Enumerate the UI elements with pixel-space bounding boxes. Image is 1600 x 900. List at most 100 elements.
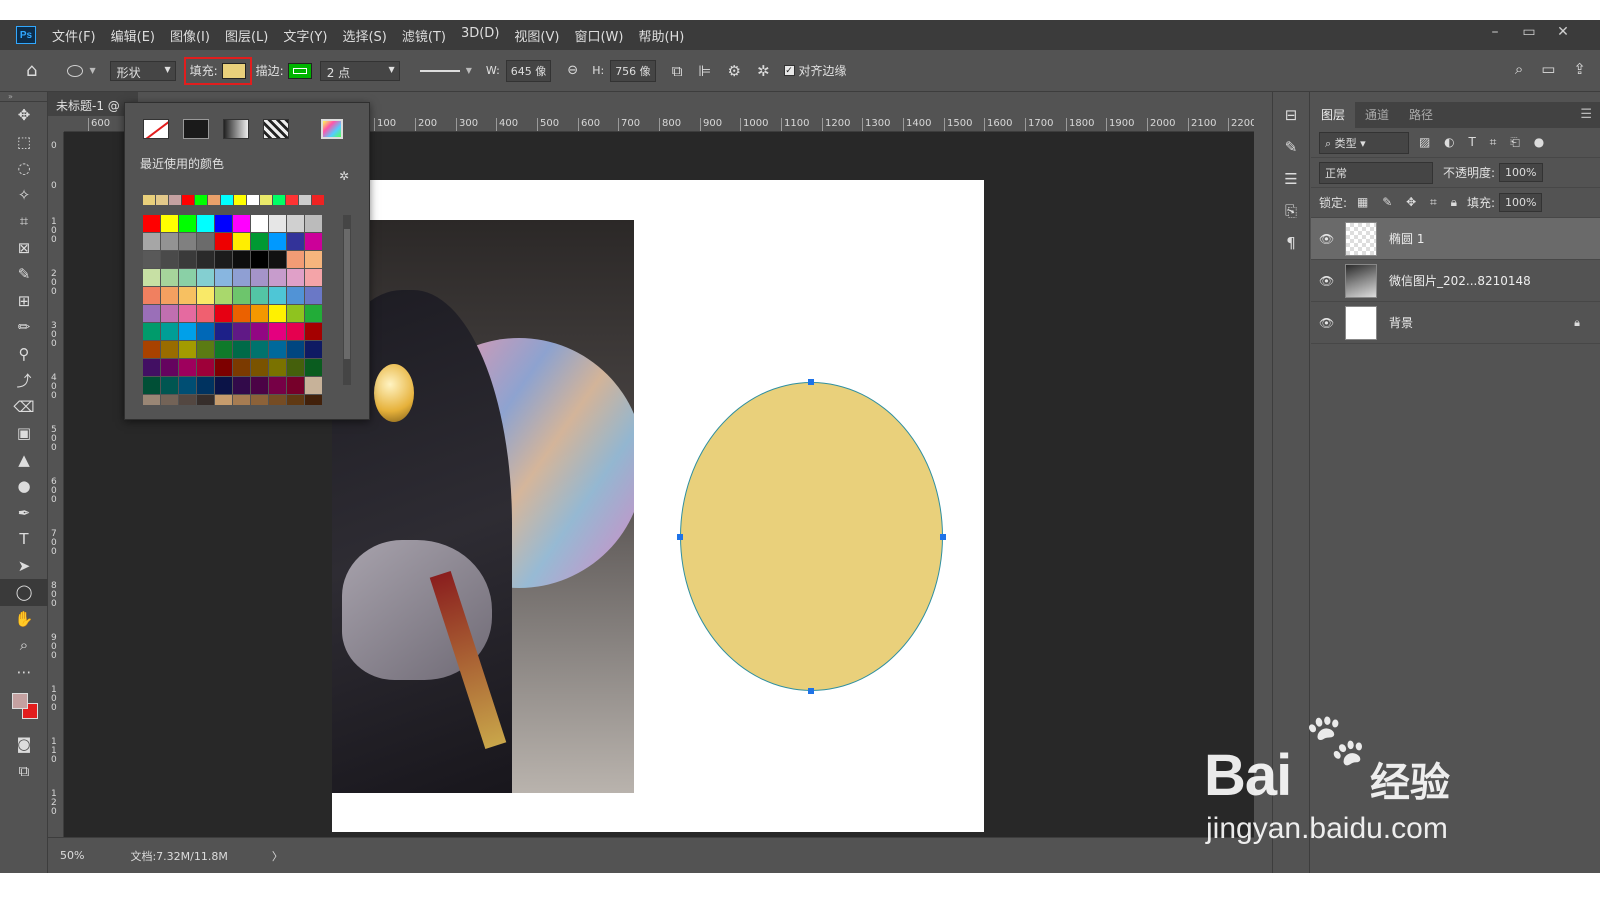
menu-3d[interactable]: 3D(D) xyxy=(461,26,499,45)
color-swatch[interactable] xyxy=(215,269,232,286)
color-swatch[interactable] xyxy=(161,395,178,405)
recent-color-swatch[interactable] xyxy=(247,195,259,205)
color-swatch[interactable] xyxy=(269,251,286,268)
color-swatch[interactable] xyxy=(269,233,286,250)
zoom-level[interactable]: 50% xyxy=(60,849,84,862)
lock-artboard-icon[interactable]: ⌗ xyxy=(1430,195,1437,209)
brush-settings-icon[interactable]: ✎ xyxy=(1273,138,1309,156)
stroke-type-select[interactable] xyxy=(419,69,460,72)
color-swatch[interactable] xyxy=(233,233,250,250)
color-swatch[interactable] xyxy=(233,287,250,304)
move-tool-icon[interactable]: ✥ xyxy=(0,102,48,129)
type-filter-icon[interactable]: T xyxy=(1468,135,1475,149)
lock-pixels-icon[interactable]: ✎ xyxy=(1382,195,1392,209)
blur-tool-icon[interactable]: ▲ xyxy=(0,447,48,474)
paragraph-icon[interactable]: ¶ xyxy=(1273,234,1309,252)
chevron-down-icon[interactable]: ▼ xyxy=(466,66,472,75)
color-swatch[interactable] xyxy=(143,287,160,304)
color-swatch[interactable] xyxy=(251,233,268,250)
color-swatch[interactable] xyxy=(197,215,214,232)
tab-channels[interactable]: 通道 xyxy=(1355,101,1399,128)
width-input[interactable]: 645 像 xyxy=(505,59,552,82)
minimize-button[interactable]: – xyxy=(1478,24,1512,40)
color-swatch[interactable] xyxy=(179,305,196,322)
marquee-tool-icon[interactable]: ⬚ xyxy=(0,129,48,156)
color-swatch[interactable] xyxy=(197,323,214,340)
color-swatch[interactable] xyxy=(215,341,232,358)
visibility-eye-icon[interactable]: 👁︎ xyxy=(1319,316,1335,330)
color-swatch[interactable] xyxy=(233,215,250,232)
menu-type[interactable]: 文字(Y) xyxy=(283,26,327,45)
color-swatch[interactable] xyxy=(233,251,250,268)
color-swatch[interactable] xyxy=(215,233,232,250)
color-swatch[interactable] xyxy=(179,215,196,232)
color-swatch[interactable] xyxy=(305,251,322,268)
color-swatch[interactable] xyxy=(305,359,322,376)
color-swatch[interactable] xyxy=(305,323,322,340)
color-swatch[interactable] xyxy=(197,251,214,268)
color-swatch[interactable] xyxy=(215,287,232,304)
color-swatch[interactable] xyxy=(287,233,304,250)
filter-toggle-icon[interactable]: ● xyxy=(1534,135,1544,149)
color-swatch[interactable] xyxy=(251,251,268,268)
color-swatch[interactable] xyxy=(233,341,250,358)
chevron-down-icon[interactable]: ▼ xyxy=(89,66,95,75)
color-swatch[interactable] xyxy=(233,395,250,405)
color-swatch[interactable] xyxy=(179,341,196,358)
history-brush-icon[interactable]: ⤴ xyxy=(0,367,48,394)
color-swatch[interactable] xyxy=(197,305,214,322)
color-swatch[interactable] xyxy=(269,305,286,322)
recent-color-swatch[interactable] xyxy=(299,195,311,205)
color-swatch[interactable] xyxy=(161,233,178,250)
color-swatch[interactable] xyxy=(251,395,268,405)
color-swatch[interactable] xyxy=(251,359,268,376)
path-arrangement-icon[interactable]: ⚙ xyxy=(727,62,740,80)
lock-all-icon[interactable]: 🔒︎ xyxy=(1451,195,1457,209)
color-swatch[interactable] xyxy=(143,323,160,340)
path-selection-icon[interactable]: ➤ xyxy=(0,553,48,580)
gradient-tool-icon[interactable]: ▣ xyxy=(0,420,48,447)
color-swatch[interactable] xyxy=(305,215,322,232)
color-swatch[interactable] xyxy=(269,269,286,286)
brush-tool-icon[interactable]: ✏ xyxy=(0,314,48,341)
color-swatch[interactable] xyxy=(215,377,232,394)
color-swatch[interactable] xyxy=(143,377,160,394)
color-swatch[interactable] xyxy=(305,233,322,250)
color-swatch[interactable] xyxy=(287,377,304,394)
color-swatch[interactable] xyxy=(287,359,304,376)
color-swatch[interactable] xyxy=(269,341,286,358)
document-canvas[interactable] xyxy=(332,180,984,832)
history-icon[interactable]: ⎘ xyxy=(1273,202,1309,220)
search-icon[interactable]: ⌕ xyxy=(1515,60,1523,78)
ellipse-tool-preset-icon[interactable] xyxy=(67,64,84,77)
menu-file[interactable]: 文件(F) xyxy=(52,26,96,45)
eyedropper-tool-icon[interactable]: ✎ xyxy=(0,261,48,288)
ruler-origin[interactable] xyxy=(48,116,64,132)
color-swatch[interactable] xyxy=(251,269,268,286)
color-swatch[interactable] xyxy=(143,269,160,286)
color-swatch[interactable] xyxy=(197,377,214,394)
properties-icon[interactable]: ⊟ xyxy=(1273,106,1309,124)
lock-transparency-icon[interactable]: ▦ xyxy=(1357,195,1368,209)
color-swatch[interactable] xyxy=(143,233,160,250)
recent-color-swatch[interactable] xyxy=(156,195,168,205)
home-icon[interactable]: ⌂ xyxy=(26,60,37,81)
color-swatch[interactable] xyxy=(287,323,304,340)
color-swatch[interactable] xyxy=(287,215,304,232)
color-swatch[interactable] xyxy=(197,359,214,376)
layer-name[interactable]: 椭圆 1 xyxy=(1389,230,1424,247)
color-swatch[interactable] xyxy=(197,233,214,250)
color-swatch[interactable] xyxy=(161,251,178,268)
eraser-tool-icon[interactable]: ⌫ xyxy=(0,394,48,421)
share-icon[interactable]: ⇪ xyxy=(1573,60,1586,78)
color-swatch[interactable] xyxy=(215,251,232,268)
color-swatch[interactable] xyxy=(305,395,322,405)
crop-tool-icon[interactable]: ⌗ xyxy=(0,208,48,235)
fill-color-swatch[interactable] xyxy=(221,62,246,79)
layer-filter-select[interactable]: ⌕ 类型 ▾ xyxy=(1319,131,1409,154)
color-swatch[interactable] xyxy=(233,359,250,376)
path-alignment-icon[interactable]: ⊫ xyxy=(698,62,711,80)
stroke-color-swatch[interactable] xyxy=(287,62,312,79)
color-swatch[interactable] xyxy=(179,287,196,304)
gear-icon[interactable]: ✲ xyxy=(339,169,349,183)
